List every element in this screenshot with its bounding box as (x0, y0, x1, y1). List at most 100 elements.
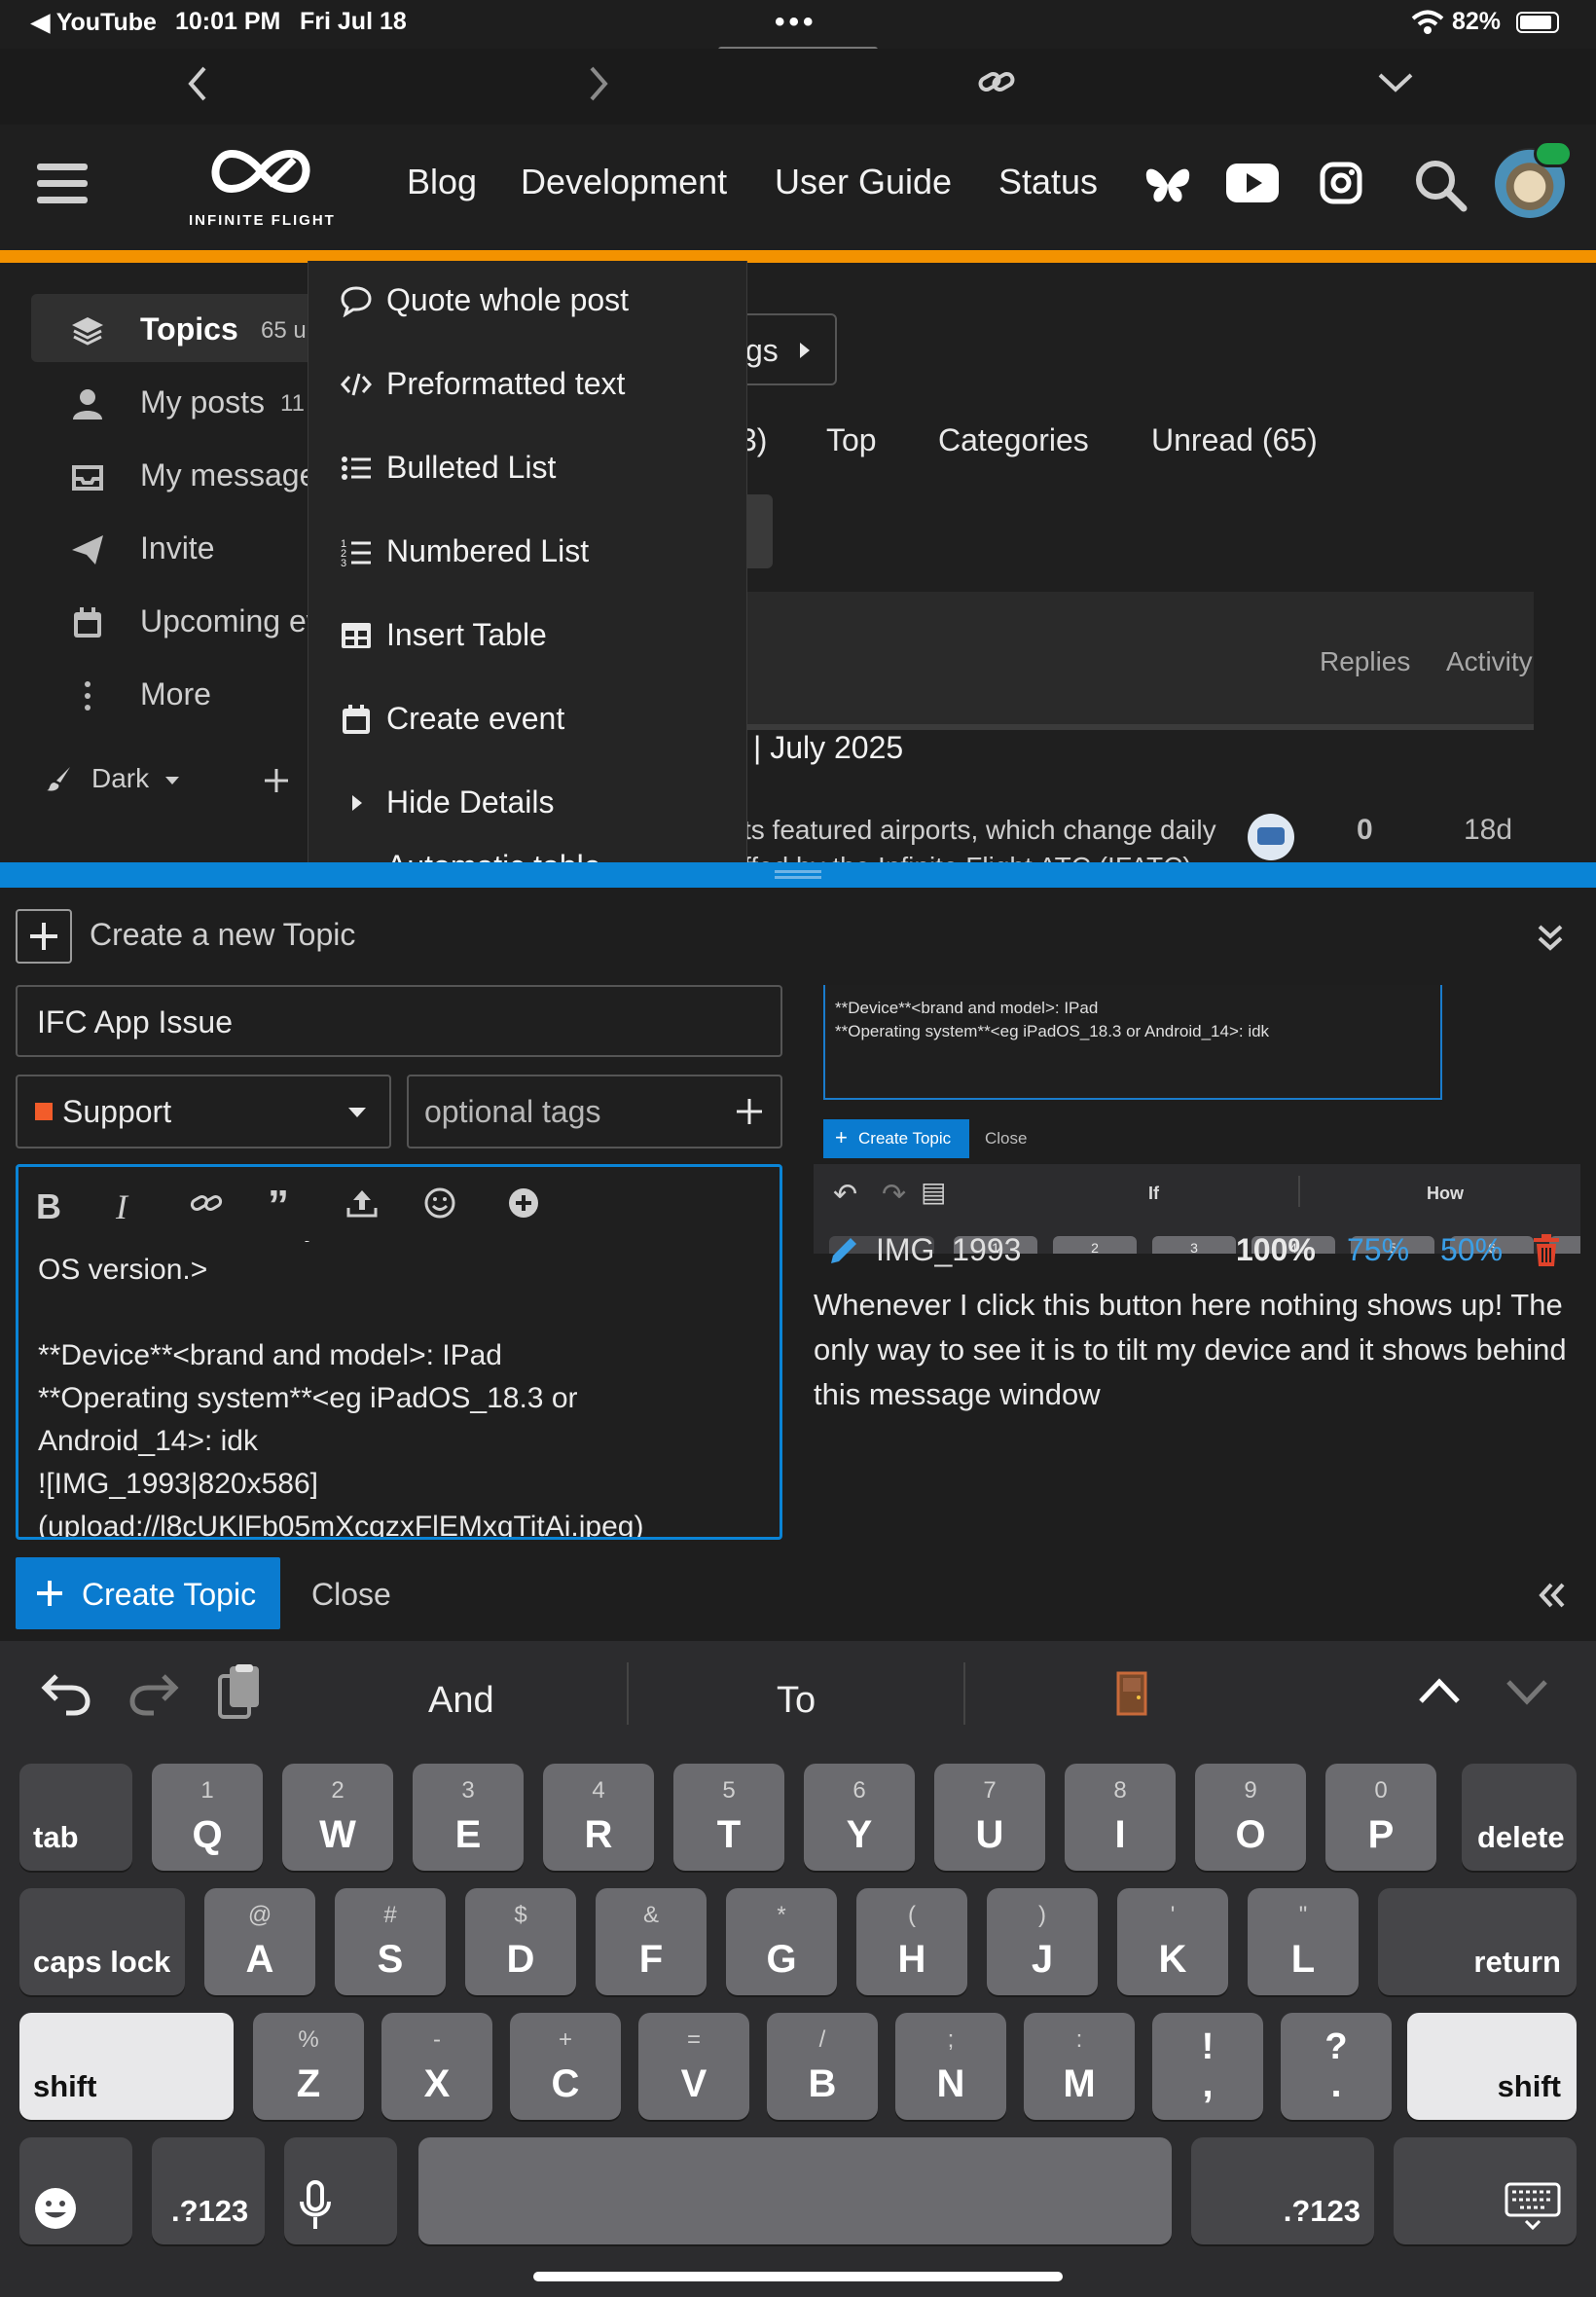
pencil-icon[interactable] (827, 1234, 860, 1267)
sidebar-item-more[interactable]: More (29, 659, 321, 727)
tab-unread[interactable]: Unread (65) (1151, 422, 1318, 458)
key-return[interactable]: return (1378, 1888, 1577, 1995)
key-numbers-right[interactable]: .?123 (1191, 2137, 1374, 2244)
size-100-button[interactable]: 100% (1236, 1232, 1316, 1268)
key-k[interactable]: ' K (1117, 1888, 1228, 1995)
key-n[interactable]: ; N (895, 2013, 1006, 2120)
key-y[interactable]: 6Y (804, 1764, 915, 1871)
key-m[interactable]: :M (1024, 2013, 1135, 2120)
key-z[interactable]: % Z (253, 2013, 364, 2120)
menu-item-quote[interactable]: Quote whole post (308, 261, 746, 339)
menu-item-bulleted-list[interactable]: Bulleted List (308, 428, 746, 506)
activity-column-header[interactable]: Activity (1446, 646, 1533, 677)
create-topic-button[interactable]: Create Topic (16, 1557, 280, 1629)
size-50-button[interactable]: 50% (1440, 1232, 1503, 1268)
back-icon[interactable] (183, 64, 212, 103)
sidebar-item-my-messages[interactable]: My messages (29, 440, 332, 508)
multitask-dots-icon[interactable]: ••• (775, 6, 817, 39)
chevron-down-icon[interactable] (1376, 70, 1415, 95)
emoji-icon[interactable] (423, 1186, 456, 1220)
key-shift-right[interactable]: shift (1407, 2013, 1577, 2120)
replies-column-header[interactable]: Replies (1320, 646, 1410, 677)
category-select[interactable]: Support (16, 1075, 391, 1148)
options-plus-icon[interactable] (507, 1186, 540, 1220)
key-u[interactable]: 7U (934, 1764, 1045, 1871)
key-numbers-left[interactable]: .?123 (152, 2137, 265, 2244)
key-p[interactable]: 0P (1325, 1764, 1436, 1871)
key-t[interactable]: 5T (673, 1764, 784, 1871)
sidebar-item-upcoming-events[interactable]: Upcoming events (29, 586, 381, 654)
menu-item-automatic-table[interactable]: Automatic table (308, 845, 746, 862)
key-q[interactable]: 1Q (152, 1764, 263, 1871)
italic-icon[interactable]: I (116, 1186, 149, 1226)
key-comma[interactable]: !, (1152, 2013, 1263, 2120)
menu-item-hide-details[interactable]: Hide Details (308, 763, 746, 841)
topic-title-input[interactable]: IFC App Issue (16, 985, 782, 1057)
grip-handle[interactable] (775, 870, 821, 873)
key-hide-keyboard[interactable] (1394, 2137, 1577, 2244)
key-period[interactable]: ?. (1281, 2013, 1392, 2120)
menu-item-numbered-list[interactable]: 123 Numbered List (308, 512, 746, 590)
key-w[interactable]: 2W (282, 1764, 393, 1871)
key-l[interactable]: " L (1248, 1888, 1359, 1995)
link-icon[interactable] (190, 1186, 223, 1220)
menu-item-preformatted[interactable]: Preformatted text (308, 345, 746, 422)
sidebar-item-my-posts[interactable]: My posts 11 (29, 367, 321, 435)
clipboard-icon[interactable] (216, 1662, 267, 1721)
sidebar-item-topics[interactable]: Topics 65 u (29, 294, 321, 362)
door-emoji-icon[interactable] (1115, 1670, 1148, 1717)
grip-handle[interactable] (775, 876, 821, 879)
key-dictation[interactable] (284, 2137, 397, 2244)
key-o[interactable]: 9O (1195, 1764, 1306, 1871)
menu-item-insert-table[interactable]: Insert Table (308, 596, 746, 674)
composer-resize-bar[interactable] (0, 862, 1596, 888)
forward-icon[interactable] (584, 64, 613, 103)
notification-badge[interactable] (1534, 140, 1573, 167)
suggestion-and[interactable]: And (428, 1680, 494, 1722)
key-e[interactable]: 3E (413, 1764, 524, 1871)
suggestion-to[interactable]: To (777, 1680, 816, 1722)
tab-categories[interactable]: Categories (938, 422, 1089, 458)
chevron-up-icon[interactable] (1417, 1676, 1462, 1705)
key-f[interactable]: & F (596, 1888, 707, 1995)
home-indicator[interactable] (533, 2272, 1063, 2281)
redo-icon[interactable] (128, 1670, 179, 1717)
key-c[interactable]: + C (510, 2013, 621, 2120)
butterfly-icon[interactable] (1143, 164, 1193, 208)
nav-user-guide[interactable]: User Guide (775, 162, 952, 202)
chevron-down-icon[interactable] (1505, 1678, 1549, 1707)
key-b[interactable]: / B (767, 2013, 878, 2120)
key-g[interactable]: * G (726, 1888, 837, 1995)
topic-title[interactable]: | July 2025 (753, 730, 903, 766)
key-v[interactable]: = V (638, 2013, 749, 2120)
nav-blog[interactable]: Blog (407, 162, 477, 202)
key-shift-left[interactable]: shift (19, 2013, 234, 2120)
sidebar-item-invite[interactable]: Invite (29, 513, 321, 581)
key-delete[interactable]: delete (1462, 1764, 1577, 1871)
key-emoji[interactable] (19, 2137, 132, 2244)
trash-icon[interactable] (1532, 1234, 1561, 1267)
menu-item-create-event[interactable]: Create event (308, 679, 746, 757)
preview-image[interactable]: **Device**<brand and model>: IPad **Oper… (814, 985, 1580, 1254)
back-to-app-link[interactable]: ◀ YouTube (31, 8, 157, 37)
nav-development[interactable]: Development (521, 162, 727, 202)
nav-status[interactable]: Status (998, 162, 1098, 202)
tab-top[interactable]: Top (826, 422, 877, 458)
key-space[interactable] (418, 2137, 1172, 2244)
add-icon[interactable] (263, 767, 290, 794)
search-icon[interactable] (1413, 158, 1468, 212)
bold-icon[interactable]: B (36, 1186, 69, 1226)
key-a[interactable]: @ A (204, 1888, 315, 1995)
theme-selector[interactable]: Dark (45, 759, 200, 802)
key-s[interactable]: # S (335, 1888, 446, 1995)
tags-input[interactable]: optional tags (407, 1075, 782, 1148)
poster-avatar[interactable] (1248, 814, 1294, 860)
youtube-icon[interactable] (1226, 164, 1279, 202)
upload-icon[interactable] (345, 1186, 379, 1220)
undo-icon[interactable] (41, 1670, 91, 1717)
key-i[interactable]: 8I (1065, 1764, 1176, 1871)
key-h[interactable]: (H (856, 1888, 967, 1995)
key-caps-lock[interactable]: caps lock (19, 1888, 185, 1995)
site-logo[interactable]: INFINITE FLIGHT (187, 138, 334, 245)
link-icon[interactable] (977, 64, 1016, 99)
